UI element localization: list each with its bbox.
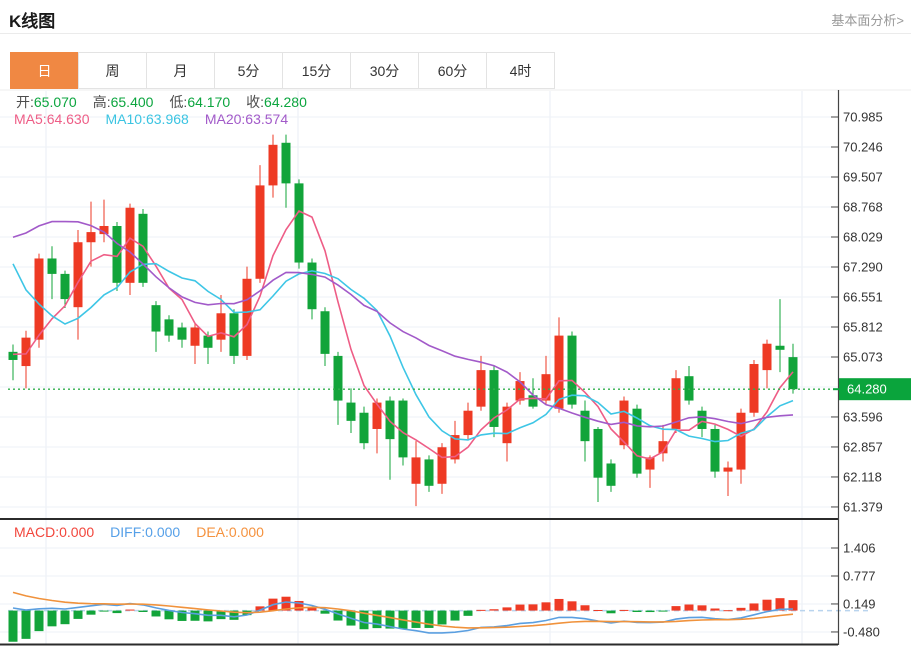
title-divider: [0, 33, 911, 34]
candles-layer: [9, 135, 798, 506]
period-tab-3[interactable]: 5分: [214, 52, 283, 89]
svg-text:61.379: 61.379: [843, 499, 883, 514]
ohlc-line-item-2: 低:64.170: [169, 92, 230, 112]
svg-text:67.290: 67.290: [843, 260, 883, 275]
svg-text:65.812: 65.812: [843, 320, 883, 335]
macd-line-item-0: MACD:0.000: [14, 524, 94, 540]
macd-line-item-1: DIFF:0.000: [110, 524, 180, 540]
current-price-badge: 64.280: [833, 378, 911, 400]
svg-text:63.596: 63.596: [843, 409, 883, 424]
svg-text:62.857: 62.857: [843, 439, 883, 454]
macd-line-item-2: DEA:0.000: [196, 524, 264, 540]
svg-text:66.551: 66.551: [843, 290, 883, 305]
period-tabbar: 日周月5分15分30分60分4时: [10, 52, 555, 89]
svg-text:0.777: 0.777: [843, 569, 876, 584]
ma-line-item-2: MA20:63.574: [205, 111, 288, 127]
ohlc-info-line: 开:65.070 高:65.400 低:64.170 收:64.280: [16, 92, 323, 112]
price-axis: 70.985 70.246 69.507 68.768 68.029 67.290 66.5…: [831, 90, 883, 645]
ohlc-line-item-1: 高:65.400: [93, 92, 154, 112]
macd-info-line: MACD:0.000 DIFF:0.000 DEA:0.000: [14, 524, 280, 540]
grid-lines: [0, 90, 911, 644]
svg-text:68.768: 68.768: [843, 200, 883, 215]
kline-chart-canvas[interactable]: 70.985 70.246 69.507 68.768 68.029 67.290 66.5…: [0, 88, 911, 647]
svg-text:70.985: 70.985: [843, 110, 883, 125]
period-tab-4[interactable]: 15分: [282, 52, 351, 89]
svg-text:62.118: 62.118: [843, 469, 882, 484]
svg-text:1.406: 1.406: [843, 541, 876, 556]
svg-text:64.280: 64.280: [847, 382, 887, 397]
page-title: K线图: [9, 7, 55, 32]
fundamental-analysis-link[interactable]: 基本面分析>: [831, 10, 904, 29]
period-tab-7[interactable]: 4时: [486, 52, 555, 89]
ma-info-line: MA5:64.630 MA10:63.968 MA20:63.574: [14, 111, 304, 127]
period-tab-2[interactable]: 月: [146, 52, 215, 89]
period-tab-0[interactable]: 日: [10, 52, 79, 89]
period-tab-1[interactable]: 周: [78, 52, 147, 89]
svg-text:65.073: 65.073: [843, 350, 883, 365]
ma-line-item-0: MA5:64.630: [14, 111, 90, 127]
period-tab-5[interactable]: 30分: [350, 52, 419, 89]
period-tab-6[interactable]: 60分: [418, 52, 487, 89]
svg-text:0.149: 0.149: [843, 596, 876, 611]
svg-text:70.246: 70.246: [843, 140, 883, 155]
svg-text:68.029: 68.029: [843, 230, 883, 245]
ohlc-line-item-3: 收:64.280: [246, 92, 307, 112]
ma-line-item-1: MA10:63.968: [106, 111, 189, 127]
svg-text:69.507: 69.507: [843, 170, 883, 185]
ohlc-line-item-0: 开:65.070: [16, 92, 77, 112]
svg-text:-0.480: -0.480: [843, 624, 880, 639]
